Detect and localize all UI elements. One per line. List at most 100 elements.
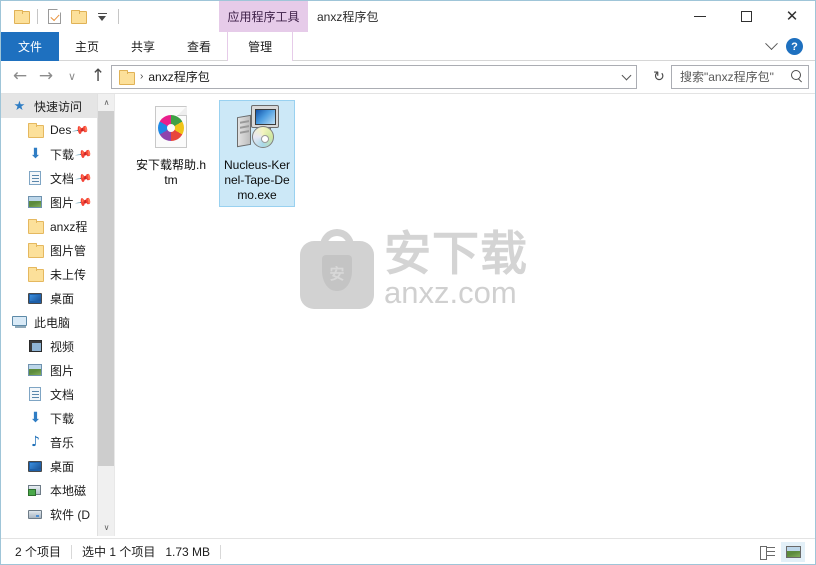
large-icons-view-button[interactable] bbox=[781, 541, 805, 562]
pin-icon: 📌 bbox=[74, 145, 93, 164]
application-setup-icon bbox=[233, 104, 281, 152]
back-arrow-icon: ← bbox=[12, 66, 28, 86]
folder-icon bbox=[27, 218, 44, 234]
selection-label: 选中 1 个项目 bbox=[82, 545, 156, 559]
ribbon-right-controls: ? bbox=[765, 32, 811, 61]
refresh-icon: ↻ bbox=[653, 68, 665, 85]
scroll-up-icon[interactable]: ∧ bbox=[98, 94, 114, 111]
properties-icon[interactable] bbox=[42, 5, 66, 29]
close-button[interactable]: ✕ bbox=[769, 1, 815, 32]
pin-icon: 📌 bbox=[71, 121, 90, 140]
help-icon[interactable]: ? bbox=[786, 38, 803, 55]
scrollbar-thumb[interactable] bbox=[98, 111, 114, 466]
window-title: anxz程序包 bbox=[317, 10, 379, 24]
sidebar-item-label: 文档 bbox=[50, 171, 75, 186]
tab-share[interactable]: 共享 bbox=[115, 32, 171, 61]
sidebar-item-label: 未上传 bbox=[50, 267, 87, 282]
sidebar-item-downloads[interactable]: ⬇ 下载 📌 bbox=[1, 142, 97, 166]
watermark-text: 安下载 anxz.com bbox=[384, 229, 528, 309]
tab-view[interactable]: 查看 bbox=[171, 32, 227, 61]
sidebar-item-local-disk[interactable]: 本地磁 bbox=[1, 478, 97, 502]
maximize-button[interactable] bbox=[723, 1, 769, 32]
sidebar-item-quick-access[interactable]: ★ 快速访问 bbox=[1, 94, 97, 118]
up-arrow-icon: ↑ bbox=[90, 66, 106, 86]
qat-separator-2 bbox=[118, 9, 119, 24]
minimize-button[interactable] bbox=[677, 1, 723, 32]
file-item-htm[interactable]: 安下载帮助.htm bbox=[133, 100, 209, 192]
recent-locations-button[interactable]: ∨ bbox=[59, 64, 85, 90]
scroll-down-icon[interactable]: ∨ bbox=[98, 519, 114, 536]
qat-separator bbox=[37, 9, 38, 24]
download-icon: ⬇ bbox=[29, 146, 42, 162]
sidebar-item-not-uploaded[interactable]: 未上传 bbox=[1, 262, 97, 286]
file-item-exe[interactable]: Nucleus-Kernel-Tape-Demo.exe bbox=[219, 100, 295, 207]
sidebar-item-label: 图片 bbox=[50, 363, 75, 378]
sidebar-item-pictures[interactable]: 图片 📌 bbox=[1, 190, 97, 214]
up-button[interactable]: ↑ bbox=[85, 64, 111, 90]
status-divider-2 bbox=[220, 544, 222, 559]
sidebar-item-this-pc[interactable]: 此电脑 bbox=[1, 310, 97, 334]
navigation-pane-scrollbar[interactable]: ∧ ∨ bbox=[97, 94, 114, 536]
folder-icon bbox=[119, 69, 135, 85]
pictures-icon bbox=[27, 194, 44, 210]
tab-file[interactable]: 文件 bbox=[1, 32, 60, 61]
chevron-down-icon[interactable] bbox=[765, 37, 778, 51]
sidebar-item-downloads-pc[interactable]: ⬇ 下载 bbox=[1, 406, 97, 430]
file-name-label: 安下载帮助.htm bbox=[135, 158, 206, 187]
navigation-tree: ★ 快速访问 Des 📌 ⬇ 下载 📌 文档 📌 图片 📌 anxz程 图片管 … bbox=[1, 94, 97, 526]
desktop-icon bbox=[27, 458, 44, 474]
file-list-view[interactable]: 安下载帮助.htm Nucleus-Kernel-Tape-Demo.exe 安… bbox=[115, 94, 815, 536]
tab-home[interactable]: 主页 bbox=[59, 32, 115, 61]
search-icon[interactable] bbox=[791, 70, 804, 83]
folder-icon[interactable] bbox=[9, 5, 33, 29]
star-pin-icon: ★ bbox=[13, 98, 26, 113]
drive-icon bbox=[27, 506, 44, 522]
sidebar-item-music[interactable]: ♪ 音乐 bbox=[1, 430, 97, 454]
sidebar-item-anxz[interactable]: anxz程 bbox=[1, 214, 97, 238]
breadcrumb[interactable]: › anxz程序包 bbox=[111, 64, 637, 89]
document-icon bbox=[27, 386, 44, 402]
customize-dropdown-icon[interactable] bbox=[90, 5, 114, 29]
sidebar-item-label: 图片管 bbox=[50, 243, 87, 258]
sidebar-item-label: 下载 bbox=[50, 411, 75, 426]
explorer-window: 应用程序工具 anxz程序包 ✕ 文件 主页 共享 查看 管理 ? ← → ∨ … bbox=[0, 0, 816, 565]
new-folder-icon[interactable] bbox=[66, 5, 90, 29]
sidebar-item-videos[interactable]: 视频 bbox=[1, 334, 97, 358]
sidebar-item-documents-pc[interactable]: 文档 bbox=[1, 382, 97, 406]
chevron-down-icon bbox=[621, 70, 632, 80]
title-bar: 应用程序工具 anxz程序包 ✕ bbox=[1, 1, 815, 32]
large-icons-view-icon bbox=[785, 545, 801, 558]
sidebar-item-picture-manager[interactable]: 图片管 bbox=[1, 238, 97, 262]
videos-icon bbox=[27, 338, 44, 354]
sidebar-item-desktop-pc[interactable]: 桌面 bbox=[1, 454, 97, 478]
watermark-shield-char: 安 bbox=[329, 265, 345, 283]
sidebar-item-label: Des bbox=[50, 123, 72, 137]
search-input[interactable]: 搜索"anxz程序包" bbox=[671, 64, 809, 89]
back-button[interactable]: ← bbox=[7, 64, 33, 90]
anxz-logo-icon: 安 bbox=[300, 229, 374, 309]
view-toggle-group bbox=[755, 541, 809, 562]
window-controls: ✕ bbox=[677, 1, 815, 32]
sidebar-item-label: 下载 bbox=[50, 147, 75, 162]
sidebar-item-software-drive[interactable]: 软件 (D bbox=[1, 502, 97, 526]
pictures-icon bbox=[27, 362, 44, 378]
desktop-icon bbox=[27, 290, 44, 306]
address-dropdown-button[interactable] bbox=[621, 70, 632, 82]
forward-arrow-icon: → bbox=[38, 66, 54, 86]
watermark: 安 安下载 anxz.com bbox=[300, 229, 528, 309]
sidebar-item-documents[interactable]: 文档 📌 bbox=[1, 166, 97, 190]
watermark-en-label: anxz.com bbox=[384, 275, 517, 310]
details-view-button[interactable] bbox=[755, 542, 779, 562]
breadcrumb-separator-icon[interactable]: › bbox=[140, 71, 143, 82]
file-grid: 安下载帮助.htm Nucleus-Kernel-Tape-Demo.exe bbox=[115, 94, 815, 207]
ribbon-tab-bar: 文件 主页 共享 查看 管理 ? bbox=[1, 32, 815, 61]
refresh-button[interactable]: ↻ bbox=[647, 65, 671, 89]
sidebar-item-label: 软件 (D bbox=[50, 507, 90, 522]
sidebar-item-label: anxz程 bbox=[50, 219, 88, 234]
sidebar-item-label: 此电脑 bbox=[34, 315, 71, 330]
tab-manage[interactable]: 管理 bbox=[227, 32, 294, 61]
forward-button[interactable]: → bbox=[33, 64, 59, 90]
sidebar-item-desktop[interactable]: 桌面 bbox=[1, 286, 97, 310]
sidebar-item-pictures-pc[interactable]: 图片 bbox=[1, 358, 97, 382]
sidebar-item-des[interactable]: Des 📌 bbox=[1, 118, 97, 142]
